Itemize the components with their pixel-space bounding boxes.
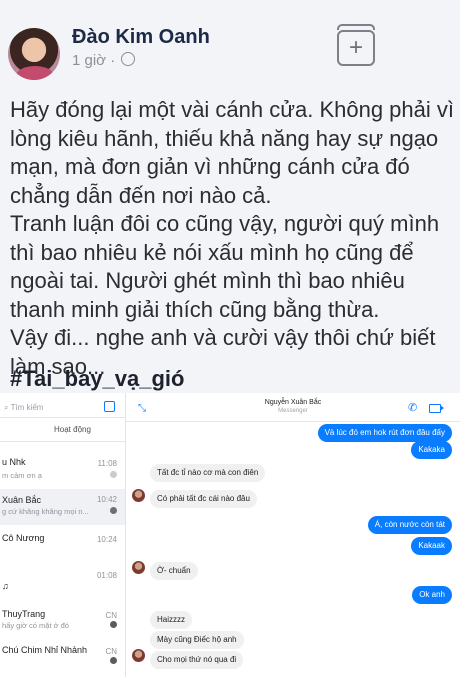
message-outgoing: Á, còn nước còn tát [367, 516, 452, 534]
chat-time: 10:24 [96, 535, 117, 544]
chat-item[interactable]: Cô Nương 10:24 [0, 533, 125, 569]
sender-avatar [132, 649, 145, 662]
search-placeholder: Tìm kiếm [10, 403, 44, 412]
chat-name: Xuân Bắc [2, 495, 42, 505]
divider [0, 441, 125, 442]
post-body: Hãy đóng lại một vài cánh cửa. Không phả… [10, 96, 455, 381]
chat-time: CN [105, 647, 117, 656]
message-incoming: Cho mọi thứ nó qua đi [150, 651, 244, 669]
author-avatar[interactable] [8, 28, 60, 80]
search-input[interactable]: ⌕ Tìm kiếm [4, 403, 43, 413]
compose-icon[interactable] [104, 401, 115, 412]
tab-active-contacts[interactable]: Hoạt động [54, 425, 91, 434]
phone-icon[interactable]: ✆ [408, 401, 417, 414]
chat-list-panel: ⌕ Tìm kiếm Hoạt động u Nhk m cảm ơn ạ 11… [0, 393, 126, 677]
message-incoming: Mày cũng Điếc hộ anh [150, 631, 244, 649]
post-meta: 1 giờ · [72, 52, 136, 69]
chat-item[interactable]: ThuyTrang hấy giờ có mặt ở đó CN [0, 609, 125, 645]
sender-avatar [132, 489, 145, 502]
chat-time: CN [105, 611, 117, 620]
message-incoming: Tất đc tỉ nào cơ mà con điên [150, 464, 266, 482]
message-outgoing: Kakaak [411, 537, 452, 555]
message-incoming: Ờ- chuẩn [150, 562, 198, 580]
video-call-icon[interactable] [429, 404, 444, 413]
read-indicator-icon [110, 471, 117, 478]
save-post-button[interactable]: + [337, 24, 375, 66]
chat-name: Cô Nương [2, 533, 45, 543]
chat-name: Chú Chim Nhỉ Nhảnh [2, 645, 88, 655]
author-name[interactable]: Đào Kim Oanh [72, 26, 210, 49]
plus-icon: + [348, 34, 363, 61]
chat-item[interactable]: ♫ 01:08 [0, 569, 125, 605]
chat-time: 01:08 [96, 571, 117, 580]
post-paragraph: Tranh luận đôi co cũng vậy, người quý mì… [10, 211, 440, 322]
sender-avatar [132, 561, 145, 574]
chat-name: ♫ [2, 581, 9, 591]
message-incoming: Có phải tất đc cái nào đâu [150, 490, 257, 508]
chat-snippet: hấy giờ có mặt ở đó [2, 621, 69, 630]
read-indicator-icon [110, 657, 117, 664]
chat-item[interactable]: Xuân Bắc g cứ khăng khăng mọi n... 10:42 [0, 489, 125, 525]
chat-item[interactable]: Chú Chim Nhỉ Nhảnh CN [0, 645, 125, 677]
chat-snippet: m cảm ơn ạ [2, 471, 42, 480]
chat-name: u Nhk [2, 457, 26, 467]
chat-item[interactable]: u Nhk m cảm ơn ạ 11:08 [0, 457, 125, 493]
read-indicator-icon [110, 507, 117, 514]
chat-name: ThuyTrang [2, 609, 46, 619]
divider [126, 421, 460, 422]
messenger-screenshot: ⌕ Tìm kiếm Hoạt động u Nhk m cảm ơn ạ 11… [0, 393, 460, 677]
message-incoming: Haizzzz [150, 611, 193, 629]
chat-time: 10:42 [96, 495, 117, 504]
divider [0, 417, 125, 418]
post-hashtag[interactable]: #Tai_bay_vạ_gió [10, 366, 184, 392]
post-paragraph: Hãy đóng lại một vài cánh cửa. Không phả… [10, 97, 454, 208]
message-outgoing: Ok anh [412, 586, 452, 604]
globe-icon [121, 52, 136, 66]
post-time[interactable]: 1 giờ · [72, 52, 115, 69]
chat-snippet: g cứ khăng khăng mọi n... [2, 507, 89, 516]
message-outgoing: Và lúc đó em hok rút đơn đâu đấy [317, 424, 452, 442]
conversation-panel: ⤡ Nguyễn Xuân Bắc Messenger ✆ Và lúc đó … [126, 393, 460, 677]
read-indicator-icon [110, 621, 117, 628]
message-outgoing: Kakaka [411, 441, 452, 459]
facebook-post: Đào Kim Oanh 1 giờ · + Hãy đóng lại một … [0, 0, 460, 677]
chat-time: 11:08 [97, 459, 117, 468]
